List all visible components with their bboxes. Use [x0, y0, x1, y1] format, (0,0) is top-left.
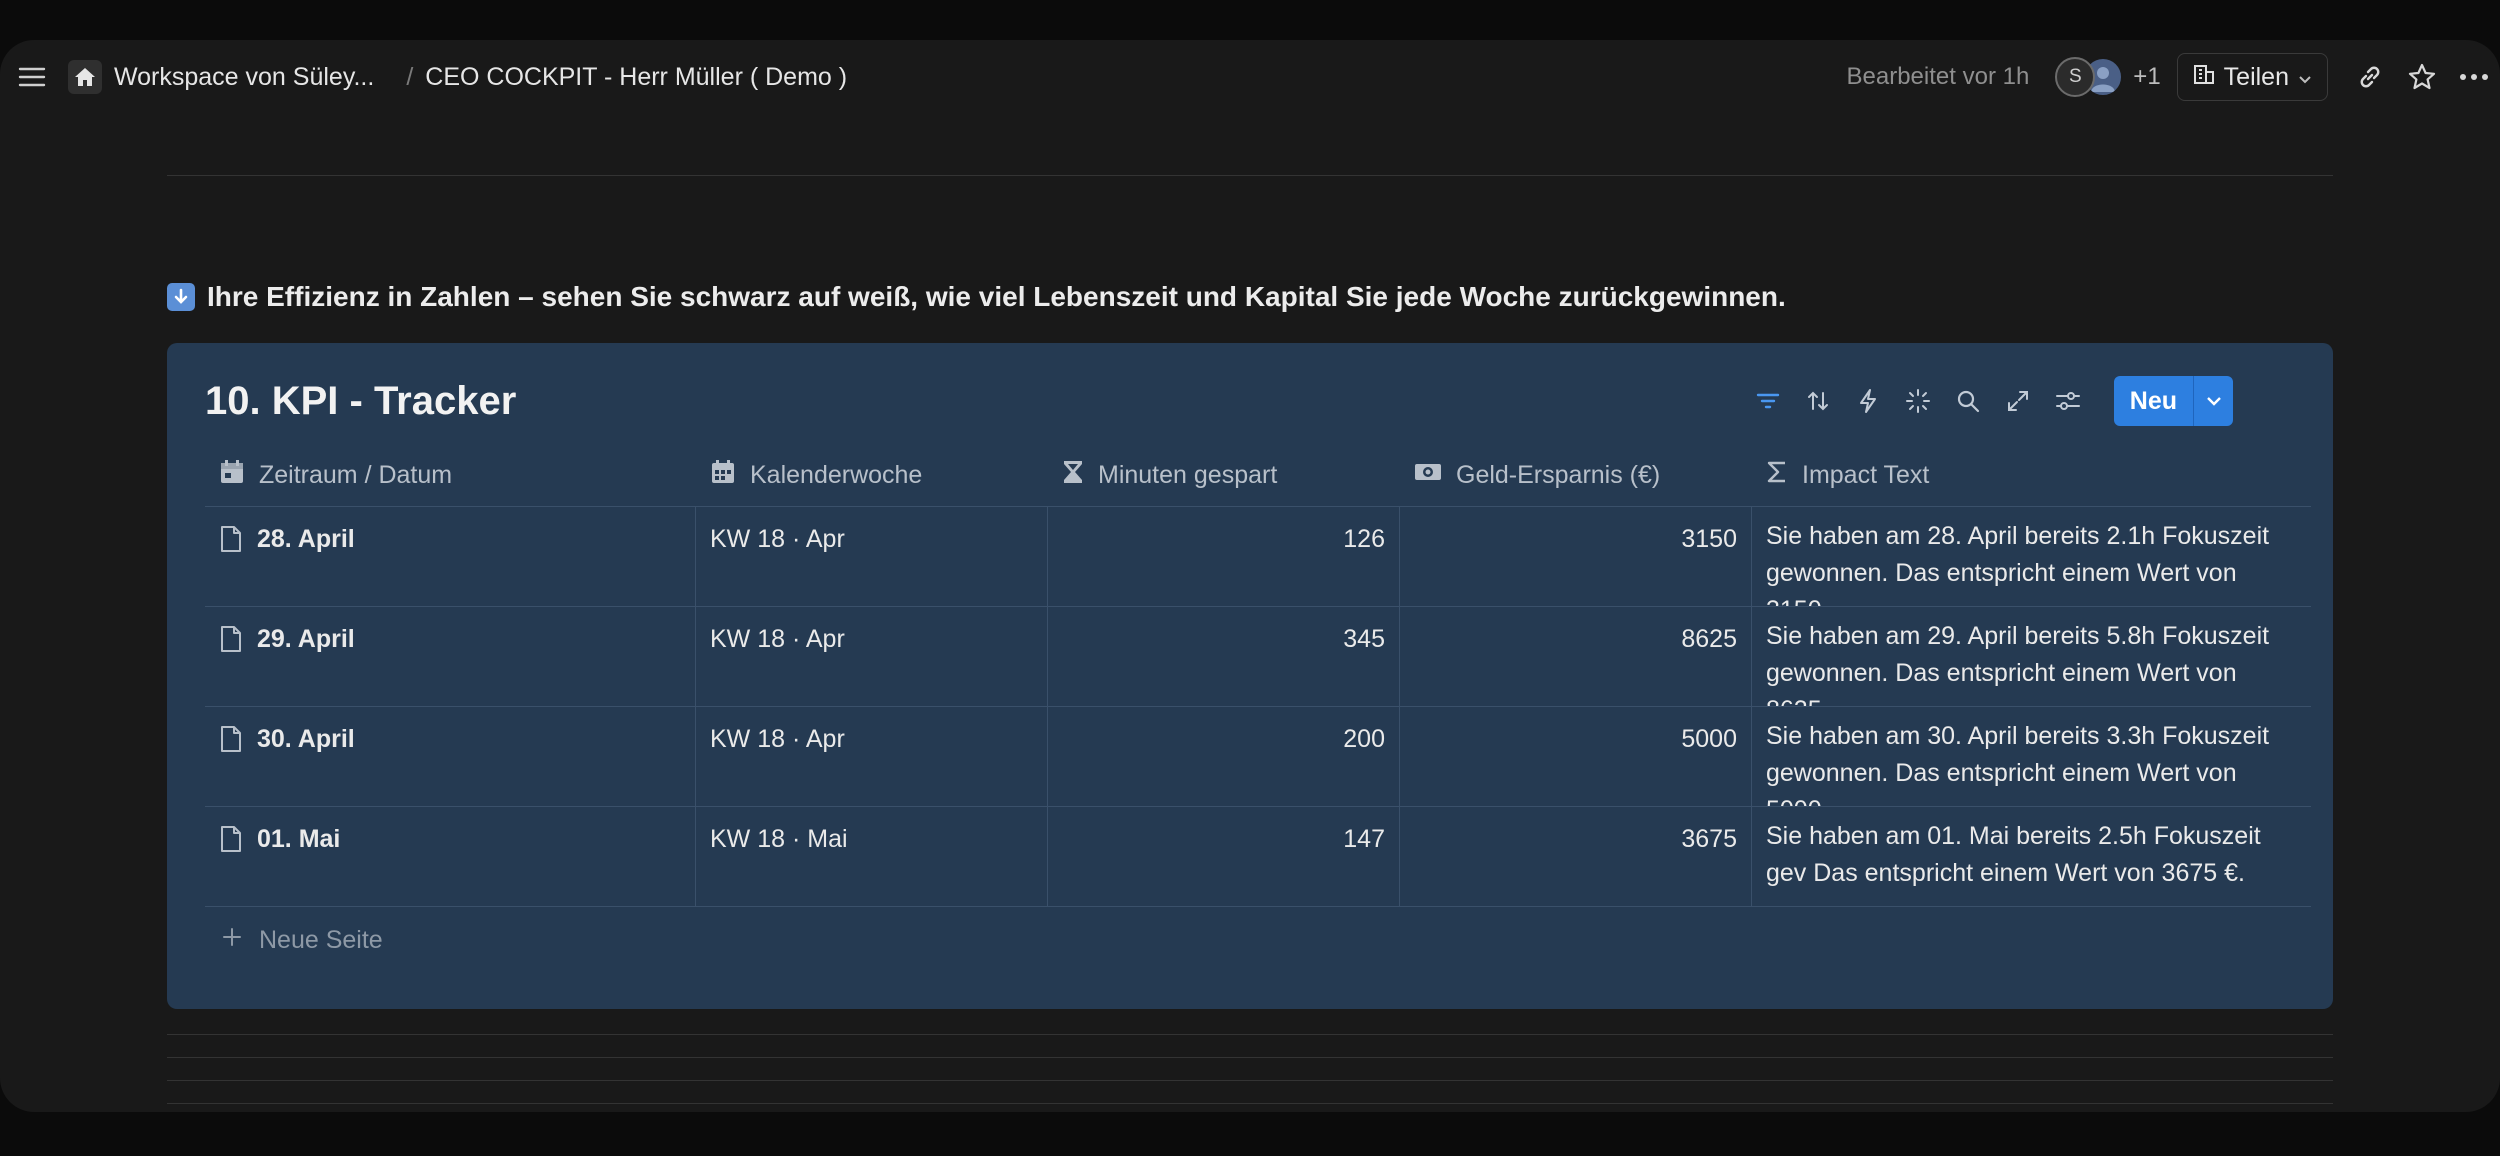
- new-entry-dropdown-chevron-icon[interactable]: [2193, 376, 2233, 426]
- divider: [167, 1034, 2333, 1035]
- app-window: Workspace von Süley... / CEO COCKPIT - H…: [0, 40, 2500, 1112]
- topbar-actions: Bearbeitet vor 1h S +1 Teilen: [1847, 40, 2500, 114]
- cell-date[interactable]: 30. April: [205, 707, 696, 806]
- new-page-label: Neue Seite: [259, 925, 383, 954]
- cell-week[interactable]: KW 18 · Mai: [696, 807, 1048, 906]
- column-label: Geld-Ersparnis (€): [1456, 461, 1661, 489]
- filter-icon[interactable]: [1752, 385, 1784, 417]
- breadcrumb-workspace[interactable]: Workspace von Süley...: [114, 63, 374, 92]
- kpi-table: Zeitraum / Datum Kalenderwoche Minuten g…: [205, 445, 2311, 973]
- cell-money[interactable]: 3150: [1400, 507, 1752, 606]
- cell-minutes[interactable]: 126: [1048, 507, 1400, 606]
- cell-minutes[interactable]: 147: [1048, 807, 1400, 906]
- cell-week[interactable]: KW 18 · Apr: [696, 707, 1048, 806]
- divider: [167, 1103, 2333, 1104]
- new-entry-button[interactable]: Neu: [2113, 376, 2193, 426]
- column-header-date[interactable]: Zeitraum / Datum: [205, 445, 696, 506]
- calendar-grid-icon: [710, 459, 736, 492]
- column-label: Kalenderwoche: [750, 461, 923, 489]
- breadcrumb-page[interactable]: CEO COCKPIT - Herr Müller ( Demo ): [425, 63, 847, 92]
- breadcrumb-separator: /: [406, 62, 414, 91]
- page-icon: [219, 625, 243, 706]
- cell-impact[interactable]: Sie haben am 28. April bereits 2.1h Foku…: [1752, 507, 2311, 606]
- cell-minutes[interactable]: 345: [1048, 607, 1400, 706]
- cell-date[interactable]: 29. April: [205, 607, 696, 706]
- collaborators[interactable]: S +1: [2055, 57, 2161, 97]
- sort-icon[interactable]: [1802, 385, 1834, 417]
- cell-money[interactable]: 3675: [1400, 807, 1752, 906]
- more-options-icon[interactable]: [2448, 53, 2500, 101]
- divider: [167, 1080, 2333, 1081]
- kpi-tracker-database: 10. KPI - Tracker Neu Zeitraum / Datum K…: [167, 343, 2333, 1009]
- sidebar-menu-icon[interactable]: [14, 59, 50, 95]
- cell-impact[interactable]: Sie haben am 01. Mai bereits 2.5h Fokusz…: [1752, 807, 2311, 906]
- chevron-down-icon: [2297, 63, 2313, 92]
- table-row[interactable]: 30. April KW 18 · Apr 200 5000 Sie haben…: [205, 707, 2311, 807]
- cell-money[interactable]: 5000: [1400, 707, 1752, 806]
- divider: [167, 1057, 2333, 1058]
- edited-timestamp[interactable]: Bearbeitet vor 1h: [1847, 63, 2030, 91]
- home-icon[interactable]: [68, 60, 102, 94]
- column-label: Zeitraum / Datum: [259, 461, 453, 489]
- page-icon: [219, 725, 243, 806]
- table-header: Zeitraum / Datum Kalenderwoche Minuten g…: [205, 445, 2311, 507]
- magic-sparkle-icon[interactable]: [1902, 385, 1934, 417]
- page-icon: [219, 825, 243, 906]
- cell-impact[interactable]: Sie haben am 29. April bereits 5.8h Foku…: [1752, 607, 2311, 706]
- column-header-minutes[interactable]: Minuten gespart: [1048, 445, 1400, 506]
- sigma-icon: [1766, 460, 1788, 491]
- column-header-money[interactable]: Geld-Ersparnis (€): [1400, 445, 1752, 506]
- cell-money[interactable]: 8625: [1400, 607, 1752, 706]
- column-header-impact[interactable]: Impact Text: [1752, 445, 2311, 506]
- table-row[interactable]: 28. April KW 18 · Apr 126 3150 Sie haben…: [205, 507, 2311, 607]
- intro-text: Ihre Effizienz in Zahlen – sehen Sie sch…: [207, 281, 1786, 312]
- banknote-icon: [1414, 461, 1442, 490]
- top-bar: Workspace von Süley... / CEO COCKPIT - H…: [0, 40, 2500, 114]
- column-header-week[interactable]: Kalenderwoche: [696, 445, 1048, 506]
- page-icon: [219, 525, 243, 606]
- row-title[interactable]: 30. April: [257, 725, 355, 806]
- cell-impact[interactable]: Sie haben am 30. April bereits 3.3h Foku…: [1752, 707, 2311, 806]
- row-title[interactable]: 01. Mai: [257, 825, 340, 906]
- hourglass-icon: [1062, 459, 1084, 492]
- cell-minutes[interactable]: 200: [1048, 707, 1400, 806]
- share-label: Teilen: [2223, 62, 2289, 91]
- search-icon[interactable]: [1952, 385, 1984, 417]
- add-new-page-button[interactable]: Neue Seite: [205, 907, 2311, 973]
- database-toolbar: Neu: [1752, 376, 2233, 426]
- link-icon[interactable]: [2344, 53, 2396, 101]
- lightning-icon[interactable]: [1852, 385, 1884, 417]
- star-icon[interactable]: [2396, 53, 2448, 101]
- table-row[interactable]: 29. April KW 18 · Apr 345 8625 Sie haben…: [205, 607, 2311, 707]
- table-row[interactable]: 01. Mai KW 18 · Mai 147 3675 Sie haben a…: [205, 807, 2311, 907]
- share-button[interactable]: Teilen: [2176, 53, 2328, 101]
- cell-week[interactable]: KW 18 · Apr: [696, 507, 1048, 606]
- new-entry-group: Neu: [2113, 376, 2233, 426]
- row-title[interactable]: 29. April: [257, 625, 355, 706]
- cell-week[interactable]: KW 18 · Apr: [696, 607, 1048, 706]
- intro-callout: Ihre Effizienz in Zahlen – sehen Sie sch…: [167, 278, 1786, 316]
- down-arrow-emoji-icon: [167, 283, 195, 311]
- cell-date[interactable]: 01. Mai: [205, 807, 696, 906]
- plus-icon: [221, 926, 243, 955]
- building-icon: [2192, 62, 2216, 93]
- more-collaborators-count[interactable]: +1: [2133, 63, 2160, 91]
- column-label: Impact Text: [1802, 461, 1930, 489]
- column-label: Minuten gespart: [1098, 461, 1278, 489]
- cell-date[interactable]: 28. April: [205, 507, 696, 606]
- expand-icon[interactable]: [2002, 385, 2034, 417]
- divider: [167, 175, 2333, 176]
- settings-sliders-icon[interactable]: [2052, 385, 2084, 417]
- row-title[interactable]: 28. April: [257, 525, 355, 606]
- calendar-icon: [219, 459, 245, 492]
- database-title[interactable]: 10. KPI - Tracker: [205, 379, 516, 424]
